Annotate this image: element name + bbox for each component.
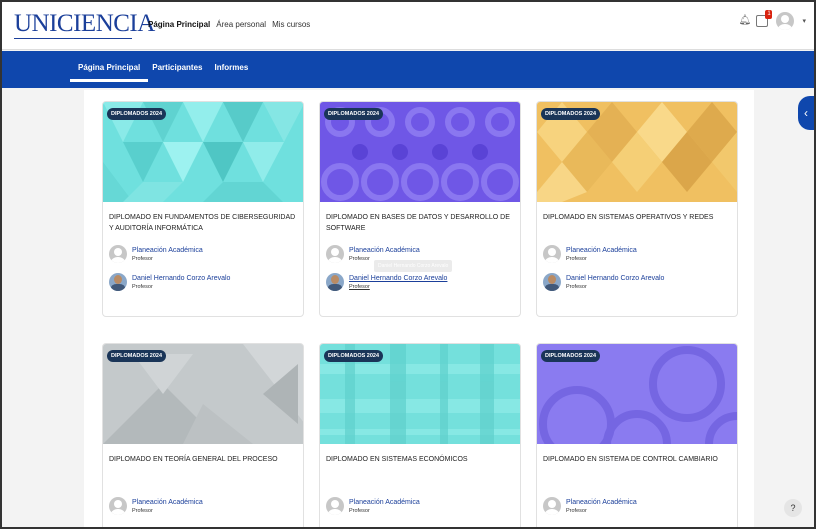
- top-navbar: UNICIENCIA Página Principal Área persona…: [2, 2, 814, 50]
- teacher-role: Profesor: [566, 507, 587, 514]
- teacher-name[interactable]: Daniel Hernando Corzo Arevalo: [132, 274, 230, 283]
- course-title[interactable]: DIPLOMADO EN TEORÍA GENERAL DEL PROCESO: [103, 444, 303, 482]
- course-image[interactable]: DIPLOMADOS 2024: [320, 102, 520, 202]
- user-avatar[interactable]: [776, 12, 795, 30]
- teacher-name[interactable]: Planeación Académica: [349, 246, 420, 255]
- help-button[interactable]: ?: [784, 499, 802, 517]
- category-badge: DIPLOMADOS 2024: [324, 108, 384, 120]
- tab-reports[interactable]: Informes: [215, 63, 249, 82]
- teacher-name[interactable]: Planeación Académica: [566, 246, 637, 255]
- course-card[interactable]: DIPLOMADOS 2024 DIPLOMADO EN SISTEMAS OP…: [536, 101, 738, 317]
- avatar[interactable]: [326, 273, 344, 291]
- course-title[interactable]: DIPLOMADO EN BASES DE DATOS Y DESARROLLO…: [320, 202, 520, 240]
- notification-badge: 1: [765, 10, 773, 19]
- course-card[interactable]: DIPLOMADOS 2024 DIPLOMADO EN SISTEMA DE …: [536, 343, 738, 527]
- course-grid: DIPLOMADOS 2024 DIPLOMADO EN FUNDAMENTOS…: [84, 90, 754, 527]
- category-badge: DIPLOMADOS 2024: [541, 108, 601, 120]
- teacher-name[interactable]: Planeación Académica: [349, 498, 420, 507]
- teacher-role: Profesor: [566, 255, 587, 262]
- teacher-name[interactable]: Daniel Hernando Corzo Arevalo: [349, 274, 447, 283]
- teacher-entry: Daniel Hernando Corzo Arevalo Profesor: [320, 268, 520, 296]
- teacher-entry: Daniel Hernando Corzo Arevalo Profesor: [537, 268, 737, 296]
- avatar[interactable]: [543, 245, 561, 263]
- teacher-role: Profesor: [349, 283, 370, 290]
- teacher-name[interactable]: Planeación Académica: [132, 498, 203, 507]
- course-image[interactable]: DIPLOMADOS 2024: [103, 102, 303, 202]
- course-title[interactable]: DIPLOMADO EN FUNDAMENTOS DE CIBERSEGURID…: [103, 202, 303, 240]
- category-badge: DIPLOMADOS 2024: [324, 350, 384, 362]
- teacher-name[interactable]: Planeación Académica: [132, 246, 203, 255]
- avatar[interactable]: [543, 497, 561, 515]
- teacher-entry: Planeación Académica Profesor: [103, 240, 303, 268]
- avatar[interactable]: [109, 497, 127, 515]
- site-logo[interactable]: UNICIENCIA: [14, 10, 155, 38]
- tab-home[interactable]: Página Principal: [69, 63, 149, 82]
- category-badge: DIPLOMADOS 2024: [541, 350, 601, 362]
- teacher-role: Profesor: [349, 507, 370, 514]
- chevron-down-icon[interactable]: ▾: [802, 17, 806, 25]
- course-image[interactable]: DIPLOMADOS 2024: [537, 344, 737, 444]
- avatar[interactable]: [326, 497, 344, 515]
- avatar[interactable]: [326, 245, 344, 263]
- teacher-entry: Planeación Académica Profesor: [103, 492, 303, 520]
- nav-dashboard[interactable]: Área personal: [216, 20, 266, 29]
- course-image[interactable]: DIPLOMADOS 2024: [320, 344, 520, 444]
- course-title[interactable]: DIPLOMADO EN SISTEMAS OPERATIVOS Y REDES: [537, 202, 737, 240]
- course-card[interactable]: DIPLOMADOS 2024 DIPLOMADO EN TEORÍA GENE…: [102, 343, 304, 527]
- teacher-role: Profesor: [132, 283, 153, 290]
- messages-icon[interactable]: 1: [756, 10, 773, 27]
- course-card[interactable]: DIPLOMADOS 2024 DIPLOMADO EN SISTEMAS EC…: [319, 343, 521, 527]
- course-title[interactable]: DIPLOMADO EN SISTEMA DE CONTROL CAMBIARI…: [537, 444, 737, 482]
- nav-home[interactable]: Página Principal: [148, 20, 210, 29]
- hover-tooltip: Daniel Hernando Corzo Arevalo: [374, 260, 453, 272]
- teacher-role: Profesor: [132, 255, 153, 262]
- course-title[interactable]: DIPLOMADO EN SISTEMAS ECONÓMICOS: [320, 444, 520, 482]
- course-image[interactable]: DIPLOMADOS 2024: [537, 102, 737, 202]
- avatar[interactable]: [109, 273, 127, 291]
- primary-nav: Página Principal Área personal Mis curso…: [148, 20, 310, 29]
- course-secondary-nav: Página Principal Participantes Informes: [2, 51, 814, 88]
- teacher-role: Profesor: [132, 507, 153, 514]
- teacher-role: Profesor: [566, 283, 587, 290]
- teacher-entry: Daniel Hernando Corzo Arevalo Profesor: [103, 268, 303, 296]
- app-frame: UNICIENCIA Página Principal Área persona…: [0, 0, 816, 529]
- avatar[interactable]: [543, 273, 561, 291]
- bell-icon[interactable]: 🔔︎: [738, 15, 751, 27]
- avatar[interactable]: [109, 245, 127, 263]
- teacher-name[interactable]: Daniel Hernando Corzo Arevalo: [566, 274, 664, 283]
- logo-underline: [14, 38, 132, 39]
- teacher-entry: Planeación Académica Profesor: [537, 240, 737, 268]
- teacher-entry: Planeación Académica Profesor: [537, 492, 737, 520]
- nav-my-courses[interactable]: Mis cursos: [272, 20, 310, 29]
- category-badge: DIPLOMADOS 2024: [107, 108, 167, 120]
- tab-participants[interactable]: Participantes: [152, 63, 202, 82]
- course-image[interactable]: DIPLOMADOS 2024: [103, 344, 303, 444]
- teacher-name[interactable]: Planeación Académica: [566, 498, 637, 507]
- user-tools: 🔔︎ 1 ▾: [738, 10, 806, 30]
- category-badge: DIPLOMADOS 2024: [107, 350, 167, 362]
- course-card[interactable]: DIPLOMADOS 2024 DIPLOMADO EN BASES DE DA…: [319, 101, 521, 317]
- teacher-entry: Planeación Académica Profesor: [320, 492, 520, 520]
- course-card[interactable]: DIPLOMADOS 2024 DIPLOMADO EN FUNDAMENTOS…: [102, 101, 304, 317]
- drawer-toggle-button[interactable]: ‹: [798, 96, 814, 130]
